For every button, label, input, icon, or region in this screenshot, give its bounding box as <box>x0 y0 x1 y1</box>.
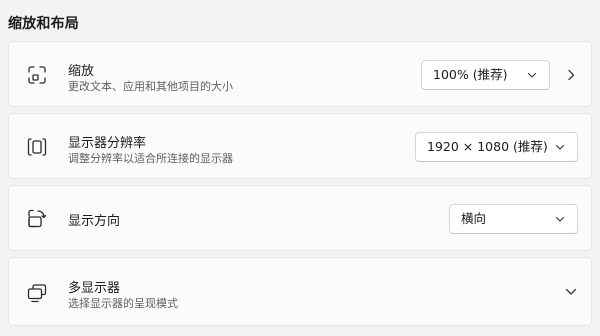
resolution-subtitle: 调整分辨率以适合所连接的显示器 <box>68 152 233 165</box>
section-title: 缩放和布局 <box>8 16 79 32</box>
resolution-setting-card: 显示器分辨率 调整分辨率以适合所连接的显示器 1920 × 1080 (推荐) <box>8 113 592 179</box>
chevron-down-icon <box>555 215 565 223</box>
multiple-displays-icon <box>26 282 48 304</box>
resolution-icon <box>26 136 48 158</box>
chevron-right-icon[interactable] <box>566 69 576 81</box>
chevron-down-icon <box>527 71 537 79</box>
multiple-displays-title: 多显示器 <box>68 281 121 296</box>
orientation-dropdown[interactable]: 横向 <box>449 204 578 234</box>
orientation-setting-card: 显示方向 横向 <box>8 185 592 251</box>
scale-subtitle: 更改文本、应用和其他项目的大小 <box>68 80 233 93</box>
resolution-title: 显示器分辨率 <box>68 136 147 151</box>
chevron-down-icon <box>555 143 565 151</box>
orientation-dropdown-value: 横向 <box>461 211 487 226</box>
multiple-displays-subtitle: 选择显示器的呈现模式 <box>68 297 178 310</box>
resolution-dropdown-value: 1920 × 1080 (推荐) <box>427 139 548 154</box>
resolution-dropdown[interactable]: 1920 × 1080 (推荐) <box>415 132 578 162</box>
scale-dropdown-value: 100% (推荐) <box>433 67 508 82</box>
scale-setting-card: 缩放 更改文本、应用和其他项目的大小 100% (推荐) <box>8 41 592 107</box>
scale-dropdown[interactable]: 100% (推荐) <box>421 60 550 90</box>
multiple-displays-card[interactable]: 多显示器 选择显示器的呈现模式 <box>8 257 592 326</box>
scale-icon <box>26 64 48 86</box>
scale-title: 缩放 <box>68 64 95 79</box>
orientation-title: 显示方向 <box>68 214 121 229</box>
chevron-down-icon[interactable] <box>565 288 577 296</box>
orientation-icon <box>26 208 48 230</box>
